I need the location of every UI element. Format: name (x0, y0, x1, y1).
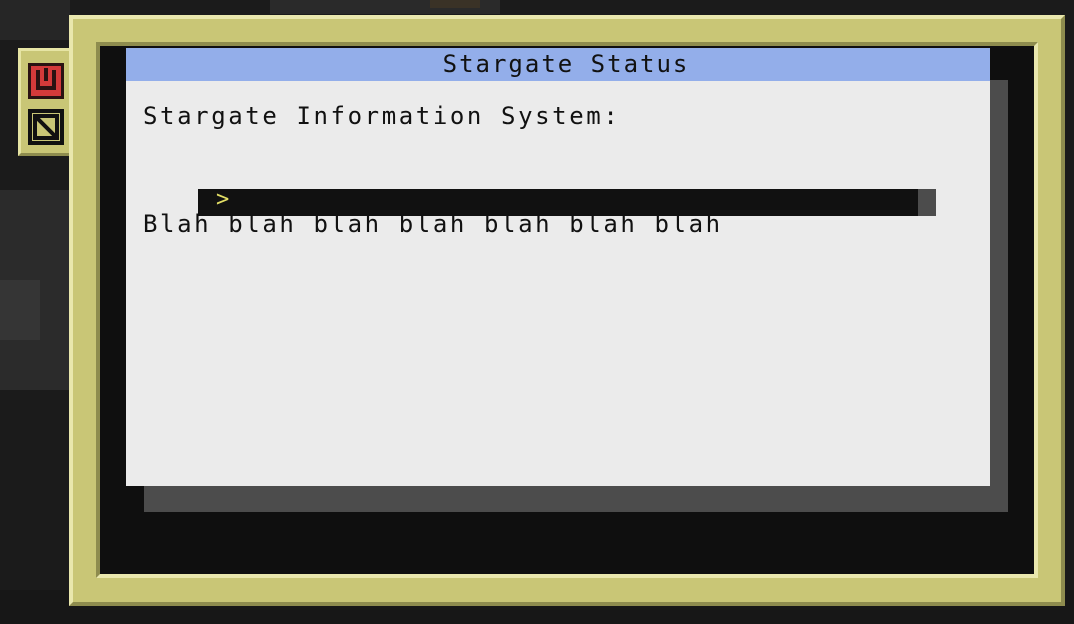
output-text: Blah blah blah blah blah blah blah (143, 210, 723, 238)
window-title: Stargate Status (442, 50, 690, 78)
terminal-screen: Stargate Status Stargate Information Sys… (126, 48, 990, 486)
command-input-scroll[interactable] (918, 189, 936, 216)
prompt-symbol: > (216, 187, 230, 212)
world-block (430, 0, 480, 8)
power-button[interactable] (28, 63, 64, 99)
disable-icon (33, 114, 59, 140)
power-icon (36, 68, 56, 90)
side-tab-panel (18, 48, 70, 156)
world-block (0, 280, 40, 340)
title-bar: Stargate Status (126, 48, 990, 81)
disable-button[interactable] (28, 109, 64, 145)
system-heading: Stargate Information System: (143, 102, 621, 130)
world-block (0, 0, 70, 40)
